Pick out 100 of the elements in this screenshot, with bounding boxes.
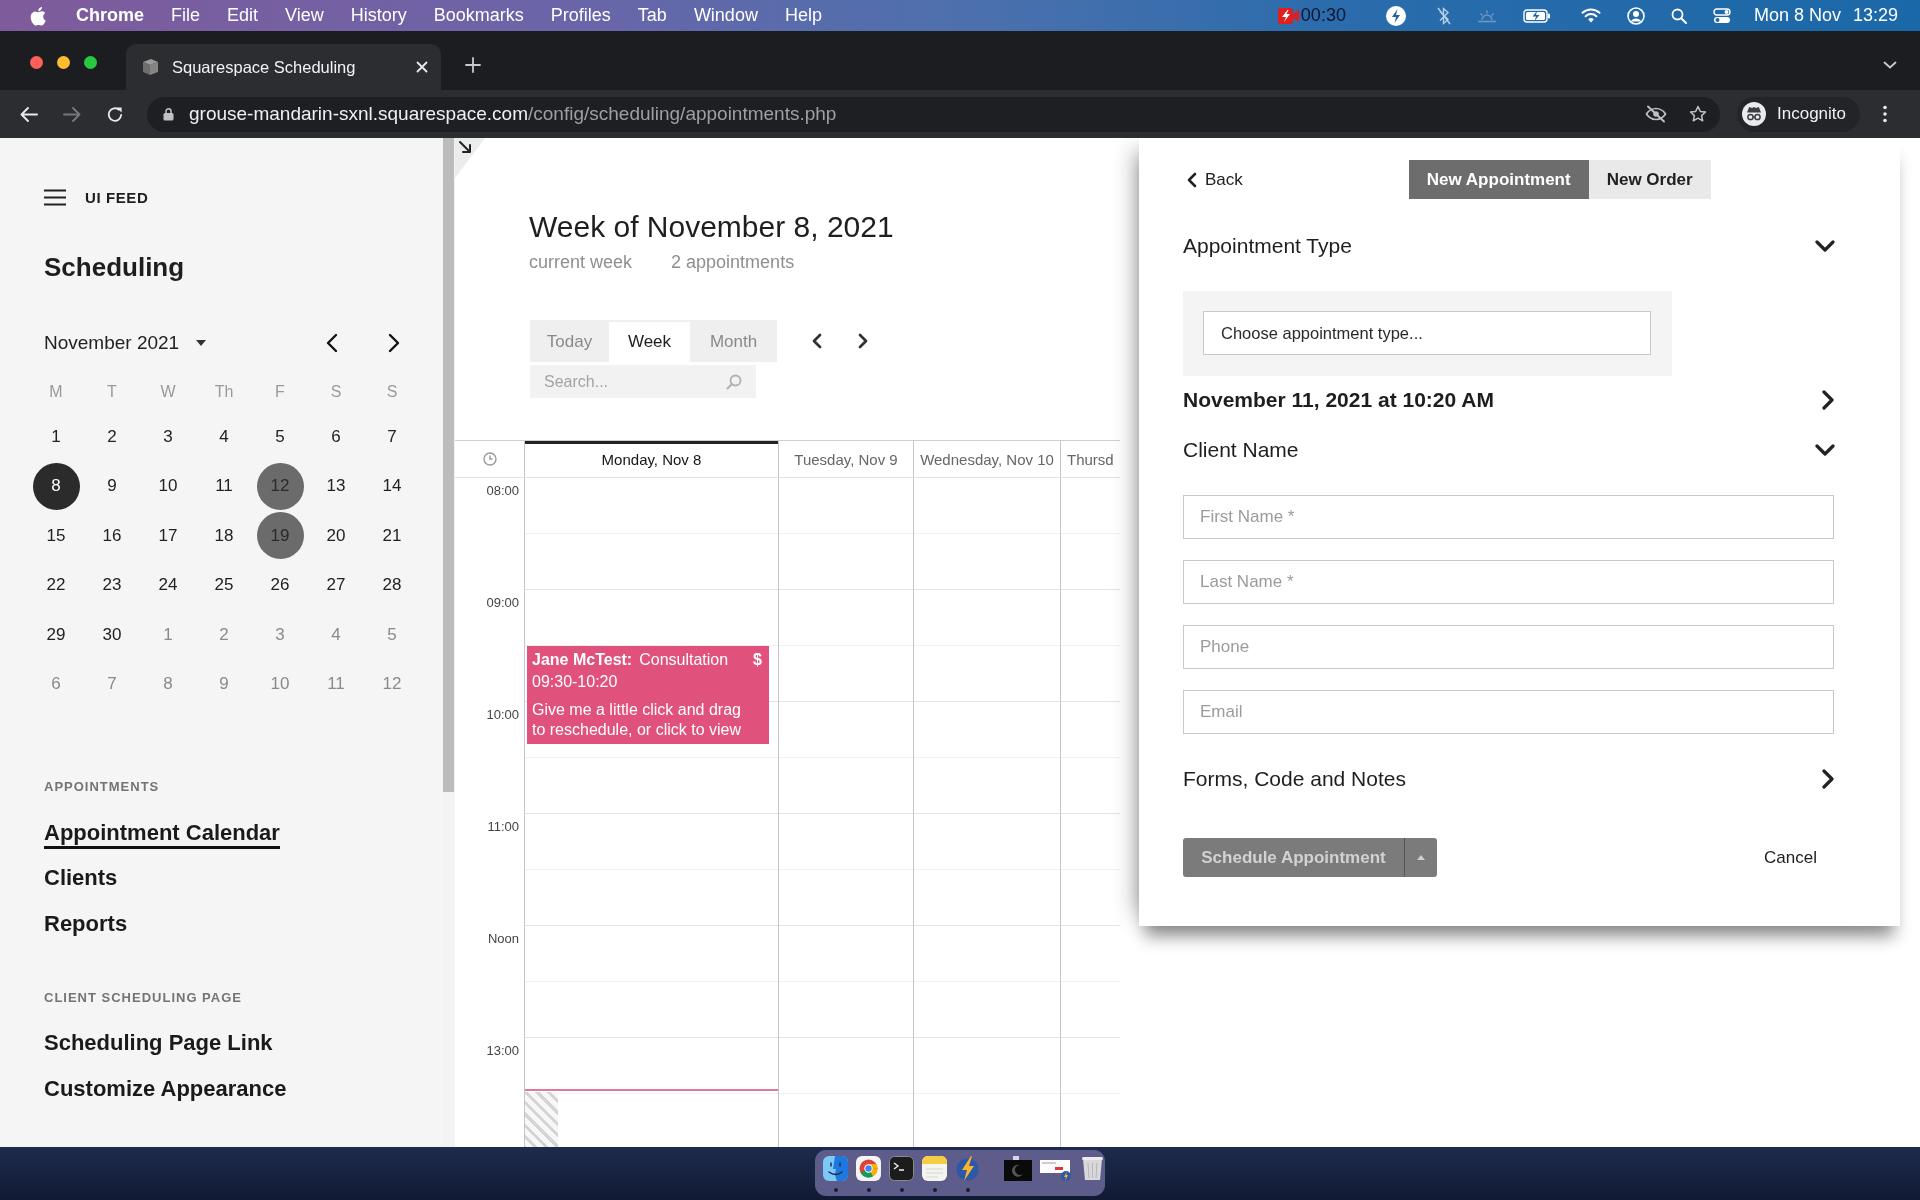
lock-icon[interactable]: [163, 107, 174, 121]
calendar-day[interactable]: 6: [312, 413, 360, 461]
video-camera-icon[interactable]: [1277, 6, 1300, 25]
calendar-day[interactable]: 16: [88, 512, 136, 560]
chevron-right-icon[interactable]: [858, 333, 868, 349]
calendar-day[interactable]: 21: [368, 512, 416, 560]
new-tab-icon[interactable]: [465, 56, 481, 73]
calendar-day[interactable]: 29: [32, 611, 80, 659]
calendar-day[interactable]: 9: [88, 462, 136, 510]
browser-tab[interactable]: Squarespace Scheduling: [126, 44, 441, 90]
nav-link[interactable]: Appointment Calendar: [44, 819, 280, 849]
calendar-day[interactable]: 7: [368, 413, 416, 461]
calendar-day[interactable]: 8: [32, 462, 80, 510]
user-icon[interactable]: [1626, 6, 1645, 25]
calendar-day[interactable]: 15: [32, 512, 80, 560]
profile-button[interactable]: Incognito: [1737, 96, 1860, 132]
search-field[interactable]: Search...: [530, 365, 756, 398]
apple-icon[interactable]: [30, 5, 47, 26]
mode-tab[interactable]: New Appointment: [1408, 160, 1589, 199]
zoom-window-icon[interactable]: [84, 56, 97, 69]
star-icon[interactable]: [1689, 105, 1707, 123]
menu-item[interactable]: Profiles: [550, 5, 611, 26]
chevron-down-icon[interactable]: [1815, 240, 1835, 252]
nav-link[interactable]: Customize Appearance: [44, 1075, 287, 1102]
search-icon[interactable]: [1670, 7, 1687, 24]
toggle-switches-icon[interactable]: [1712, 7, 1731, 24]
trash-icon[interactable]: [1080, 1156, 1105, 1181]
menu-item[interactable]: Bookmarks: [433, 5, 524, 26]
more-options-icon[interactable]: [1883, 105, 1887, 123]
calendar-day[interactable]: 10: [144, 462, 192, 510]
menu-app-name[interactable]: Chrome: [76, 5, 144, 26]
reload-icon[interactable]: [106, 105, 124, 123]
back-icon[interactable]: [20, 105, 38, 123]
calendar-day[interactable]: 27: [312, 561, 360, 609]
mode-tab[interactable]: New Order: [1588, 160, 1711, 199]
calendar-day[interactable]: 22: [32, 561, 80, 609]
menu-item[interactable]: Help: [784, 5, 822, 26]
appointment-type-select[interactable]: Choose appointment type...: [1203, 311, 1651, 355]
collapse-arrow-icon[interactable]: [455, 138, 485, 178]
address-bar[interactable]: grouse-mandarin-sxnl.squarespace.com/config/scheduling/appointments.php: [147, 96, 1720, 132]
lightning-icon[interactable]: [955, 1156, 980, 1181]
calendar-day[interactable]: 3: [144, 413, 192, 461]
forward-icon[interactable]: [63, 105, 81, 123]
battery-icon[interactable]: [1522, 8, 1551, 23]
calendar-day[interactable]: 28: [368, 561, 416, 609]
menu-item[interactable]: Window: [693, 5, 758, 26]
calendar-day[interactable]: 26: [256, 561, 304, 609]
day-header[interactable]: Tuesday, Nov 9: [778, 441, 913, 477]
terminal-icon[interactable]: [889, 1156, 914, 1181]
calendar-day[interactable]: 4: [200, 413, 248, 461]
minimize-window-icon[interactable]: [57, 56, 70, 69]
cancel-button[interactable]: Cancel: [1764, 847, 1817, 868]
menu-icon[interactable]: [44, 188, 66, 206]
calendar-day[interactable]: 25: [200, 561, 248, 609]
chevron-down-icon[interactable]: [1815, 444, 1835, 456]
menu-bar-date[interactable]: Mon 8 Nov: [1753, 5, 1841, 26]
clock-icon[interactable]: [482, 452, 497, 466]
close-window-icon[interactable]: [30, 56, 43, 69]
browser-icon[interactable]: [856, 1156, 881, 1181]
chevron-right-icon[interactable]: [1822, 769, 1834, 789]
calendar-day[interactable]: 14: [368, 462, 416, 510]
chevron-left-icon[interactable]: [326, 333, 338, 353]
calendar-day[interactable]: 11: [200, 462, 248, 510]
menu-bar-time[interactable]: 13:29: [1852, 5, 1898, 26]
input-field[interactable]: Email: [1183, 690, 1834, 734]
window-thumbnail[interactable]: [1004, 1156, 1032, 1181]
day-column[interactable]: Jane McTest: Consultation $ 09:30-10:20 Give me a little click and drag to reschedule, or click to view: [524, 478, 778, 1147]
view-tab[interactable]: Week: [609, 322, 690, 362]
day-header[interactable]: Monday, Nov 8: [524, 441, 778, 477]
calendar-day[interactable]: 23: [88, 561, 136, 609]
bolt-icon[interactable]: [1385, 5, 1406, 26]
chevron-right-icon[interactable]: [1822, 390, 1834, 410]
calendar-day[interactable]: 2: [88, 413, 136, 461]
chevron-left-icon[interactable]: [812, 333, 822, 349]
calendar-day[interactable]: 5: [256, 413, 304, 461]
calendar-day[interactable]: 30: [88, 611, 136, 659]
face-icon[interactable]: [823, 1156, 848, 1181]
nav-link[interactable]: Clients: [44, 865, 118, 891]
chevron-right-icon[interactable]: [388, 333, 400, 353]
eye-slash-icon[interactable]: [1645, 105, 1667, 123]
appointment-event[interactable]: Jane McTest: Consultation $ 09:30-10:20 Give me a little click and drag to reschedule, or click to view: [527, 646, 769, 744]
calendar-day[interactable]: 18: [200, 512, 248, 560]
menu-item[interactable]: Tab: [637, 5, 667, 26]
menu-item[interactable]: File: [171, 5, 201, 26]
close-icon[interactable]: [416, 61, 428, 73]
calendar-day[interactable]: 13: [312, 462, 360, 510]
wifi-icon[interactable]: [1580, 8, 1601, 23]
day-header[interactable]: Wednesday, Nov 10: [913, 441, 1060, 477]
nav-link[interactable]: Reports: [44, 910, 128, 937]
more-options-button[interactable]: [1404, 838, 1437, 877]
brand-name[interactable]: UI FEED: [85, 188, 149, 206]
notepad-icon[interactable]: [922, 1156, 947, 1181]
back-button[interactable]: Back: [1183, 169, 1243, 190]
calendar-day[interactable]: 1: [32, 413, 80, 461]
menu-item[interactable]: Edit: [227, 5, 259, 26]
calendar-day[interactable]: 17: [144, 512, 192, 560]
month-picker[interactable]: November 2021: [44, 332, 207, 354]
menu-item[interactable]: History: [350, 5, 407, 26]
nav-link[interactable]: Scheduling Page Link: [44, 1030, 273, 1056]
menu-item[interactable]: View: [285, 5, 324, 26]
